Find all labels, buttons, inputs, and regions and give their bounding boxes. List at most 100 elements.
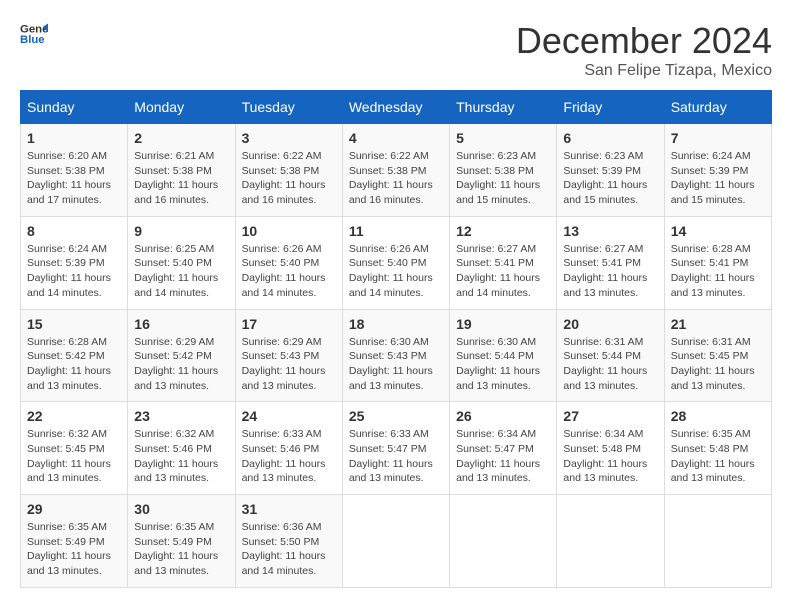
calendar-cell: 16 Sunrise: 6:29 AMSunset: 5:42 PMDayligh… <box>128 309 235 402</box>
logo-icon: General Blue <box>20 20 48 48</box>
calendar-cell: 29 Sunrise: 6:35 AMSunset: 5:49 PMDayligh… <box>21 495 128 588</box>
calendar-cell <box>557 495 664 588</box>
title-block: December 2024 San Felipe Tizapa, Mexico <box>516 20 772 80</box>
calendar-cell: 13Sunrise: 6:27 AMSunset: 5:41 PMDayligh… <box>557 216 664 309</box>
day-info: Sunrise: 6:28 AMSunset: 5:41 PMDaylight:… <box>671 242 765 301</box>
day-info: Sunrise: 6:24 AMSunset: 5:39 PMDaylight:… <box>27 242 121 301</box>
calendar-cell <box>342 495 449 588</box>
day-info: Sunrise: 6:26 AMSunset: 5:40 PMDaylight:… <box>349 242 443 301</box>
day-info: Sunrise: 6:32 AMSunset: 5:45 PMDaylight:… <box>27 427 121 486</box>
calendar-cell <box>450 495 557 588</box>
day-number: 7 <box>671 130 765 146</box>
calendar-cell: 3 Sunrise: 6:22 AMSunset: 5:38 PMDaylight… <box>235 124 342 217</box>
calendar-cell: 25Sunrise: 6:33 AMSunset: 5:47 PMDayligh… <box>342 402 449 495</box>
day-info: Sunrise: 6:23 AMSunset: 5:39 PMDaylight:… <box>563 149 657 208</box>
day-info: Sunrise: 6:20 AMSunset: 5:38 PMDaylight:… <box>27 149 121 208</box>
day-number: 19 <box>456 316 550 332</box>
calendar-cell: 21Sunrise: 6:31 AMSunset: 5:45 PMDayligh… <box>664 309 771 402</box>
day-number: 29 <box>27 501 121 517</box>
day-number: 17 <box>242 316 336 332</box>
day-info: Sunrise: 6:30 AMSunset: 5:44 PMDaylight:… <box>456 335 550 394</box>
day-info: Sunrise: 6:35 AMSunset: 5:49 PMDaylight:… <box>27 520 121 579</box>
weekday-header-row: SundayMondayTuesdayWednesdayThursdayFrid… <box>21 91 772 124</box>
day-number: 22 <box>27 408 121 424</box>
day-number: 11 <box>349 223 443 239</box>
calendar-cell: 17 Sunrise: 6:29 AMSunset: 5:43 PMDayligh… <box>235 309 342 402</box>
calendar-week-4: 22 Sunrise: 6:32 AMSunset: 5:45 PMDayligh… <box>21 402 772 495</box>
calendar-cell: 11 Sunrise: 6:26 AMSunset: 5:40 PMDayligh… <box>342 216 449 309</box>
calendar-cell: 15 Sunrise: 6:28 AMSunset: 5:42 PMDayligh… <box>21 309 128 402</box>
day-number: 3 <box>242 130 336 146</box>
calendar-cell: 18 Sunrise: 6:30 AMSunset: 5:43 PMDayligh… <box>342 309 449 402</box>
calendar-cell: 24 Sunrise: 6:33 AMSunset: 5:46 PMDayligh… <box>235 402 342 495</box>
day-info: Sunrise: 6:23 AMSunset: 5:38 PMDaylight:… <box>456 149 550 208</box>
day-number: 4 <box>349 130 443 146</box>
calendar-cell: 20 Sunrise: 6:31 AMSunset: 5:44 PMDayligh… <box>557 309 664 402</box>
day-info: Sunrise: 6:26 AMSunset: 5:40 PMDaylight:… <box>242 242 336 301</box>
day-info: Sunrise: 6:36 AMSunset: 5:50 PMDaylight:… <box>242 520 336 579</box>
calendar-cell: 6 Sunrise: 6:23 AMSunset: 5:39 PMDaylight… <box>557 124 664 217</box>
day-number: 20 <box>563 316 657 332</box>
calendar-week-5: 29 Sunrise: 6:35 AMSunset: 5:49 PMDayligh… <box>21 495 772 588</box>
day-number: 18 <box>349 316 443 332</box>
calendar-week-2: 8 Sunrise: 6:24 AMSunset: 5:39 PMDaylight… <box>21 216 772 309</box>
day-number: 30 <box>134 501 228 517</box>
day-number: 5 <box>456 130 550 146</box>
day-info: Sunrise: 6:27 AMSunset: 5:41 PMDaylight:… <box>456 242 550 301</box>
day-info: Sunrise: 6:33 AMSunset: 5:46 PMDaylight:… <box>242 427 336 486</box>
day-number: 28 <box>671 408 765 424</box>
day-number: 6 <box>563 130 657 146</box>
day-info: Sunrise: 6:25 AMSunset: 5:40 PMDaylight:… <box>134 242 228 301</box>
calendar-cell: 4 Sunrise: 6:22 AMSunset: 5:38 PMDaylight… <box>342 124 449 217</box>
day-info: Sunrise: 6:22 AMSunset: 5:38 PMDaylight:… <box>349 149 443 208</box>
page-header: General Blue December 2024 San Felipe Ti… <box>20 20 772 80</box>
day-number: 10 <box>242 223 336 239</box>
day-number: 8 <box>27 223 121 239</box>
weekday-header-saturday: Saturday <box>664 91 771 124</box>
calendar-cell: 9 Sunrise: 6:25 AMSunset: 5:40 PMDaylight… <box>128 216 235 309</box>
day-info: Sunrise: 6:29 AMSunset: 5:43 PMDaylight:… <box>242 335 336 394</box>
day-info: Sunrise: 6:30 AMSunset: 5:43 PMDaylight:… <box>349 335 443 394</box>
calendar-cell: 19 Sunrise: 6:30 AMSunset: 5:44 PMDayligh… <box>450 309 557 402</box>
day-number: 14 <box>671 223 765 239</box>
weekday-header-friday: Friday <box>557 91 664 124</box>
calendar-cell: 22 Sunrise: 6:32 AMSunset: 5:45 PMDayligh… <box>21 402 128 495</box>
day-info: Sunrise: 6:34 AMSunset: 5:48 PMDaylight:… <box>563 427 657 486</box>
day-info: Sunrise: 6:21 AMSunset: 5:38 PMDaylight:… <box>134 149 228 208</box>
weekday-header-tuesday: Tuesday <box>235 91 342 124</box>
calendar-table: SundayMondayTuesdayWednesdayThursdayFrid… <box>20 90 772 588</box>
calendar-week-1: 1 Sunrise: 6:20 AMSunset: 5:38 PMDaylight… <box>21 124 772 217</box>
location: San Felipe Tizapa, Mexico <box>516 62 772 80</box>
calendar-cell: 12 Sunrise: 6:27 AMSunset: 5:41 PMDayligh… <box>450 216 557 309</box>
day-number: 27 <box>563 408 657 424</box>
day-number: 21 <box>671 316 765 332</box>
calendar-cell: 31 Sunrise: 6:36 AMSunset: 5:50 PMDayligh… <box>235 495 342 588</box>
day-number: 9 <box>134 223 228 239</box>
calendar-cell: 26Sunrise: 6:34 AMSunset: 5:47 PMDayligh… <box>450 402 557 495</box>
day-info: Sunrise: 6:24 AMSunset: 5:39 PMDaylight:… <box>671 149 765 208</box>
month-title: December 2024 <box>516 20 772 62</box>
day-info: Sunrise: 6:28 AMSunset: 5:42 PMDaylight:… <box>27 335 121 394</box>
day-number: 26 <box>456 408 550 424</box>
day-number: 23 <box>134 408 228 424</box>
day-info: Sunrise: 6:29 AMSunset: 5:42 PMDaylight:… <box>134 335 228 394</box>
day-number: 12 <box>456 223 550 239</box>
day-info: Sunrise: 6:35 AMSunset: 5:48 PMDaylight:… <box>671 427 765 486</box>
calendar-week-3: 15 Sunrise: 6:28 AMSunset: 5:42 PMDayligh… <box>21 309 772 402</box>
day-info: Sunrise: 6:22 AMSunset: 5:38 PMDaylight:… <box>242 149 336 208</box>
day-number: 1 <box>27 130 121 146</box>
day-info: Sunrise: 6:27 AMSunset: 5:41 PMDaylight:… <box>563 242 657 301</box>
calendar-cell <box>664 495 771 588</box>
day-number: 31 <box>242 501 336 517</box>
calendar-cell: 10 Sunrise: 6:26 AMSunset: 5:40 PMDayligh… <box>235 216 342 309</box>
day-number: 24 <box>242 408 336 424</box>
calendar-cell: 14 Sunrise: 6:28 AMSunset: 5:41 PMDayligh… <box>664 216 771 309</box>
day-number: 15 <box>27 316 121 332</box>
day-number: 16 <box>134 316 228 332</box>
calendar-cell: 27 Sunrise: 6:34 AMSunset: 5:48 PMDayligh… <box>557 402 664 495</box>
calendar-cell: 23Sunrise: 6:32 AMSunset: 5:46 PMDayligh… <box>128 402 235 495</box>
weekday-header-sunday: Sunday <box>21 91 128 124</box>
day-info: Sunrise: 6:31 AMSunset: 5:44 PMDaylight:… <box>563 335 657 394</box>
day-info: Sunrise: 6:33 AMSunset: 5:47 PMDaylight:… <box>349 427 443 486</box>
calendar-cell: 1 Sunrise: 6:20 AMSunset: 5:38 PMDaylight… <box>21 124 128 217</box>
